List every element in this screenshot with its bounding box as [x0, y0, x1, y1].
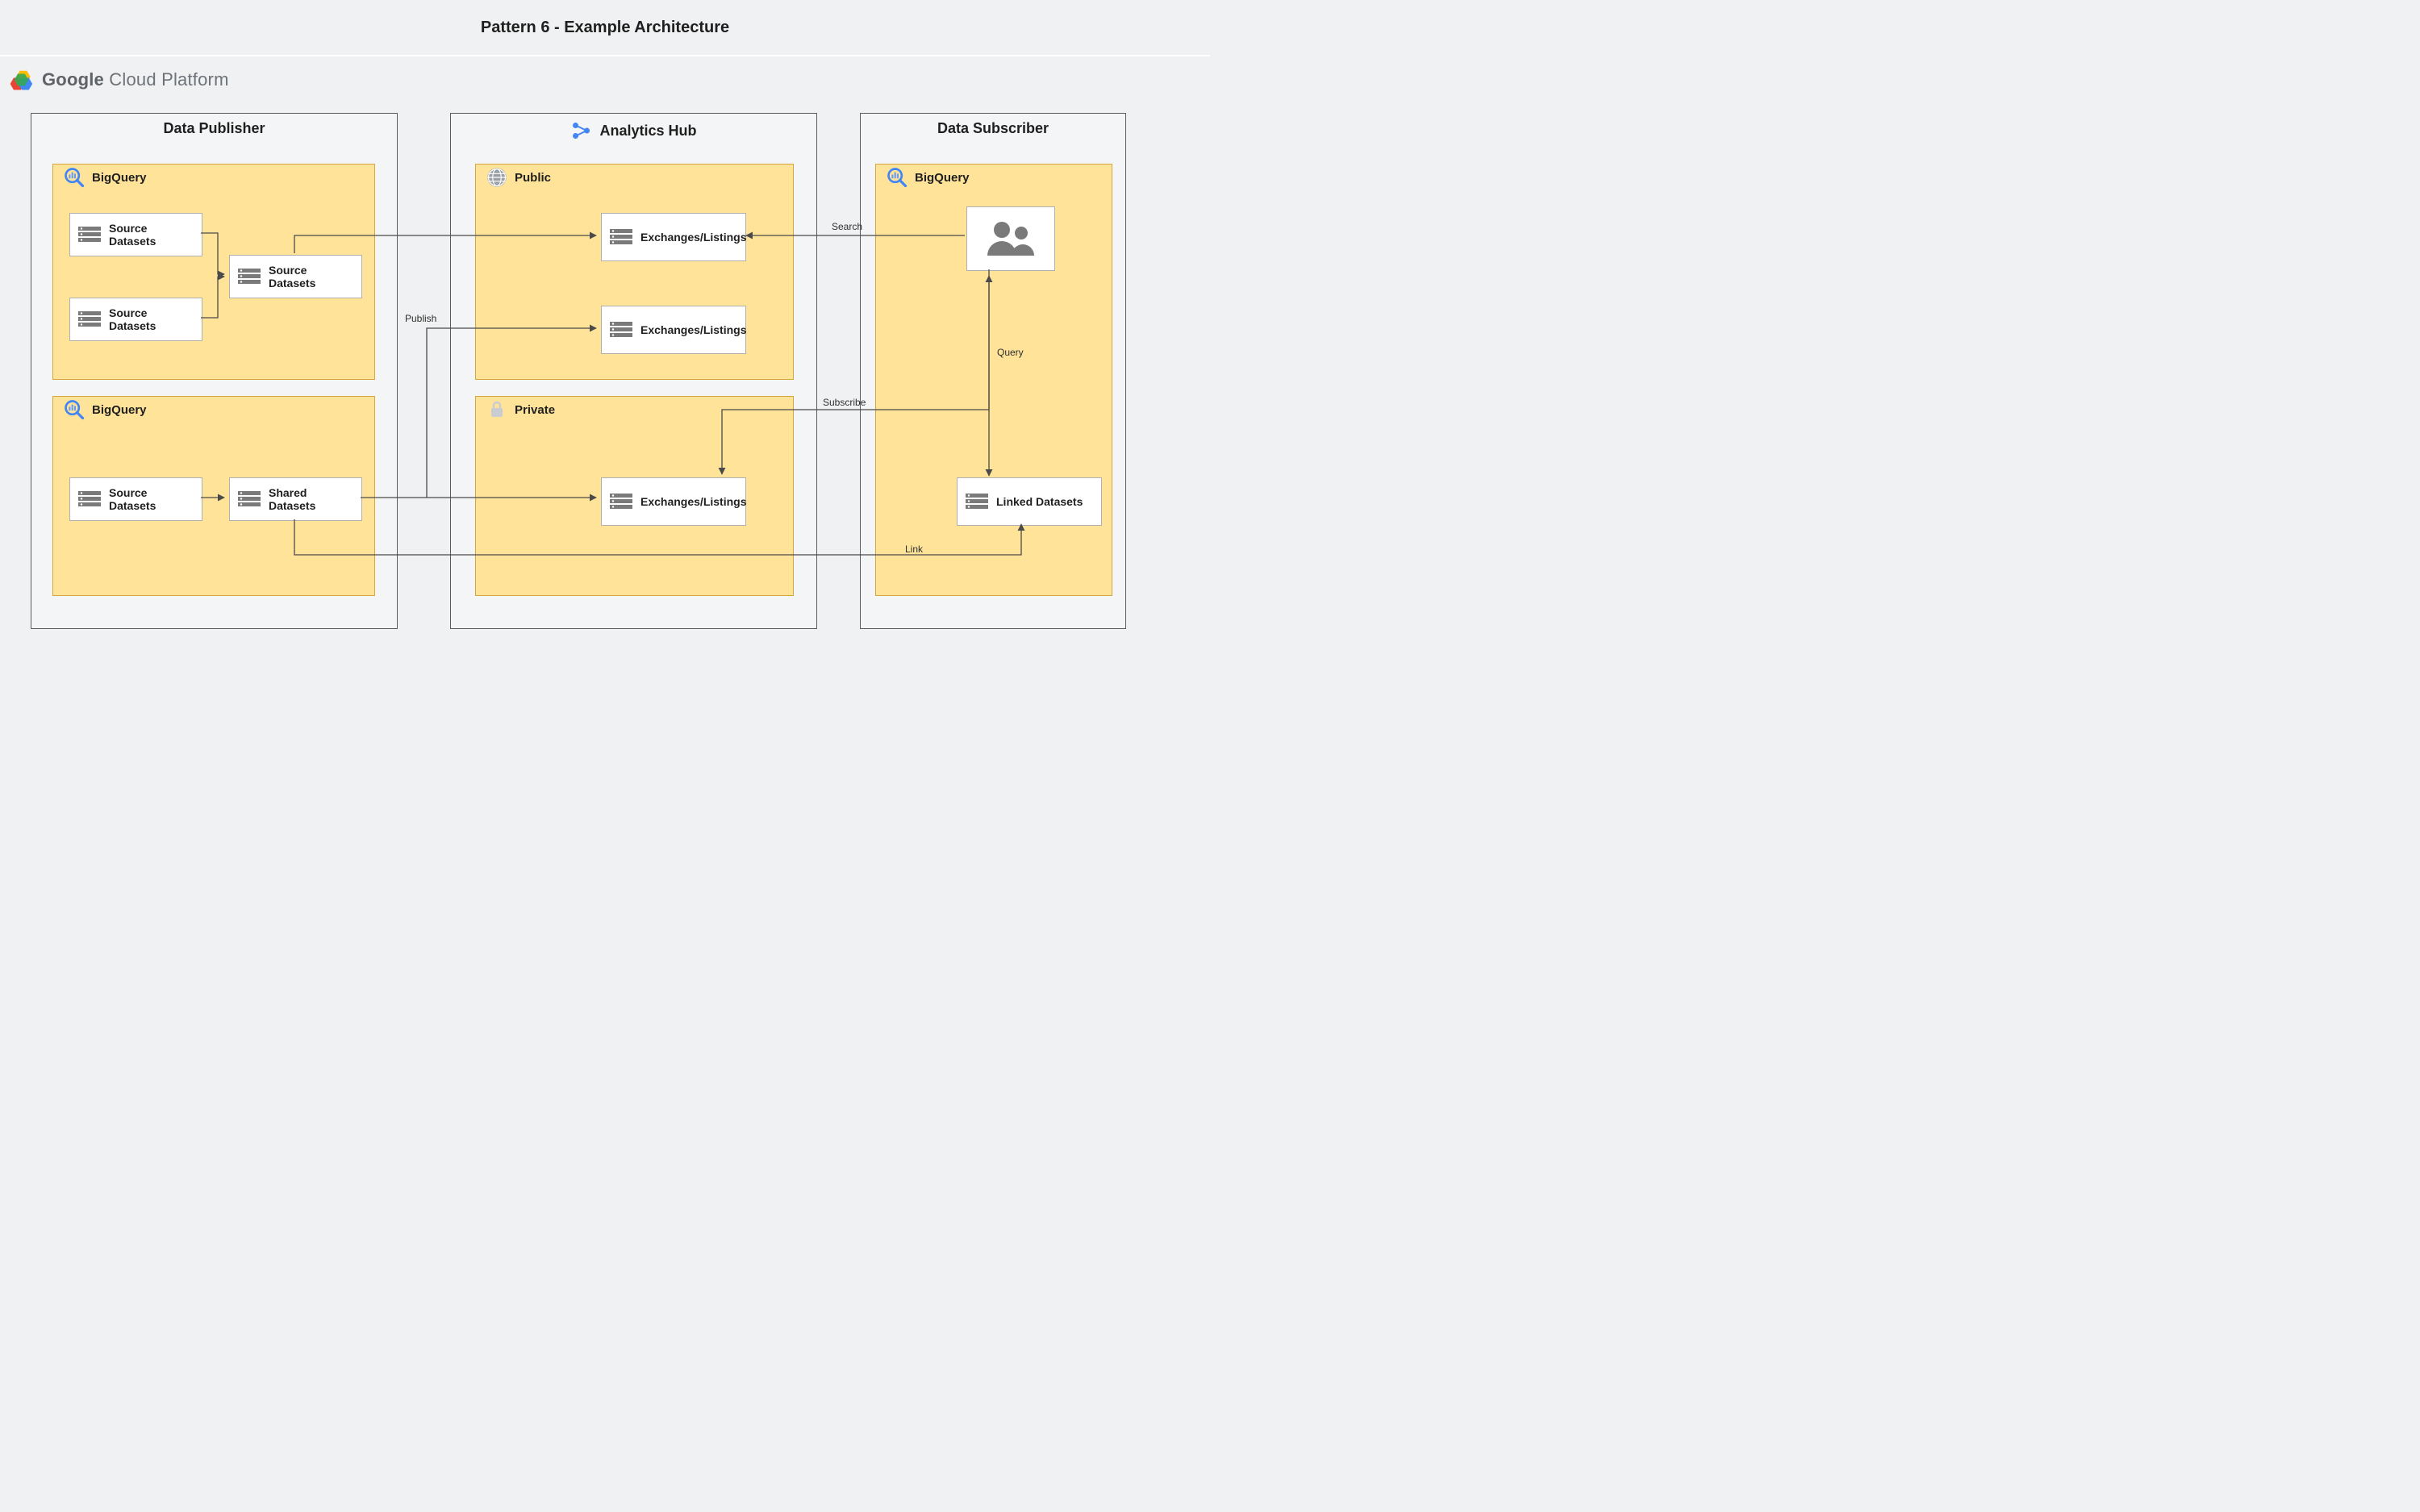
platform-name-light: Cloud Platform [104, 69, 229, 90]
page-title: Pattern 6 - Example Architecture [481, 19, 729, 37]
gcp-logo-icon [10, 68, 34, 92]
edges [31, 113, 1176, 629]
platform-name-bold: Google [42, 69, 104, 90]
diagram-area: Data Publisher BigQuery [31, 113, 1176, 629]
platform-header: Google Cloud Platform [10, 68, 229, 92]
page: Pattern 6 - Example Architecture Google … [0, 0, 1210, 756]
title-bar: Pattern 6 - Example Architecture [0, 0, 1210, 56]
platform-name: Google Cloud Platform [42, 69, 229, 90]
